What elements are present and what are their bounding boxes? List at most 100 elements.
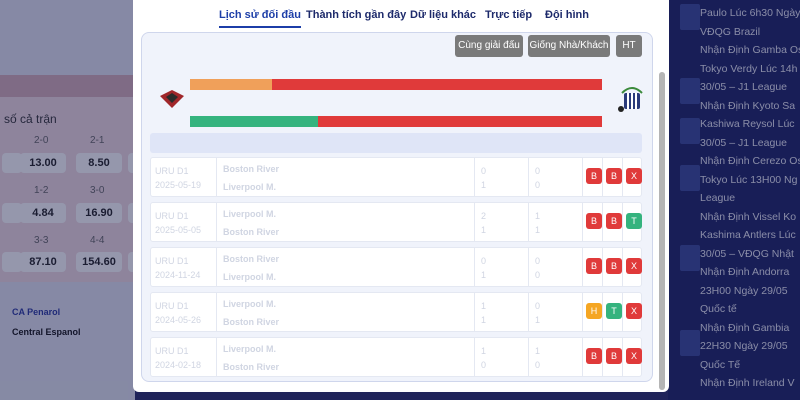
away-score: 1 xyxy=(481,180,487,190)
full-time-score-cell: 01 xyxy=(475,158,529,196)
full-time-score-cell: 11 xyxy=(475,293,529,331)
home-score: 0 xyxy=(481,256,487,266)
away-team-name: Boston River xyxy=(223,362,280,372)
home-score: 1 xyxy=(481,301,487,311)
half-time-filter-button[interactable]: HT xyxy=(616,35,642,57)
tab-head-to-head[interactable]: Lịch sử đối đầu xyxy=(219,9,301,21)
result-badge: T xyxy=(606,303,622,319)
league-label: URU D1 xyxy=(155,301,189,311)
match-teams-cell: Boston River Liverpool M. xyxy=(217,248,475,286)
match-date: 2025-05-19 xyxy=(155,180,202,190)
away-ht-score: 0 xyxy=(535,180,541,190)
modal-scrollbar[interactable] xyxy=(659,72,665,390)
away-score: 1 xyxy=(481,270,487,280)
result-badge: B xyxy=(586,258,602,274)
home-score: 0 xyxy=(481,166,487,176)
league-label: URU D1 xyxy=(155,211,189,221)
match-row[interactable]: URU D1 2025-05-19 Boston River Liverpool M.… xyxy=(150,157,642,197)
home-team-name: Boston River xyxy=(223,164,280,174)
result-badge: B xyxy=(606,258,622,274)
active-tab-indicator xyxy=(219,26,301,28)
home-score: 1 xyxy=(481,346,487,356)
match-row[interactable]: URU D1 2025-05-05 Liverpool M. Boston River… xyxy=(150,202,642,242)
comparison-bar-fill xyxy=(190,79,273,90)
home-ht-score: 0 xyxy=(535,256,541,266)
match-meta-cell: URU D1 2024-05-26 xyxy=(151,293,217,331)
match-teams-cell: Boston River Liverpool M. xyxy=(217,158,475,196)
match-row[interactable]: URU D1 2024-05-26 Liverpool M. Boston River… xyxy=(150,292,642,332)
result-badge: X xyxy=(626,168,642,184)
result-badge: X xyxy=(626,303,642,319)
same-league-filter-button[interactable]: Cùng giải đấu xyxy=(455,35,523,57)
tab-live[interactable]: Trực tiếp xyxy=(485,9,532,21)
match-date: 2024-05-26 xyxy=(155,315,202,325)
half-time-score-cell: 01 xyxy=(529,293,583,331)
half-time-score-cell: 11 xyxy=(529,203,583,241)
home-score: 2 xyxy=(481,211,487,221)
result-badge: B xyxy=(586,168,602,184)
tab-recent-form[interactable]: Thành tích gần đây xyxy=(306,9,406,21)
match-date: 2024-02-18 xyxy=(155,360,202,370)
league-label: URU D1 xyxy=(155,256,189,266)
home-team-name: Liverpool M. xyxy=(223,344,277,354)
away-ht-score: 1 xyxy=(535,225,541,235)
half-time-score-cell: 00 xyxy=(529,248,583,286)
full-time-score-cell: 10 xyxy=(475,338,529,376)
away-ht-score: 1 xyxy=(535,315,541,325)
league-label: URU D1 xyxy=(155,166,189,176)
match-detail-modal: Lịch sử đối đầu Thành tích gần đây Dữ li… xyxy=(133,0,669,392)
home-ht-score: 1 xyxy=(535,211,541,221)
home-ht-score: 0 xyxy=(535,301,541,311)
match-meta-cell: URU D1 2024-11-24 xyxy=(151,248,217,286)
full-time-score-cell: 01 xyxy=(475,248,529,286)
match-teams-cell: Liverpool M. Boston River xyxy=(217,338,475,376)
away-ht-score: 0 xyxy=(535,360,541,370)
tab-lineup[interactable]: Đội hình xyxy=(545,9,589,21)
away-score: 1 xyxy=(481,225,487,235)
match-table-header xyxy=(150,133,642,153)
full-time-score-cell: 21 xyxy=(475,203,529,241)
home-ht-score: 0 xyxy=(535,166,541,176)
home-team-name: Liverpool M. xyxy=(223,299,277,309)
match-meta-cell: URU D1 2025-05-05 xyxy=(151,203,217,241)
away-ht-score: 0 xyxy=(535,270,541,280)
match-row[interactable]: URU D1 2024-02-18 Liverpool M. Boston River… xyxy=(150,337,642,377)
match-row[interactable]: URU D1 2024-11-24 Boston River Liverpool M.… xyxy=(150,247,642,287)
result-badge: H xyxy=(586,303,602,319)
match-teams-cell: Liverpool M. Boston River xyxy=(217,203,475,241)
league-label: URU D1 xyxy=(155,346,189,356)
away-team-name: Boston River xyxy=(223,317,280,327)
away-team-name: Liverpool M. xyxy=(223,272,277,282)
comparison-bar-fill xyxy=(190,116,318,127)
home-team-name: Boston River xyxy=(223,254,280,264)
comparison-bar xyxy=(190,79,602,90)
away-score: 0 xyxy=(481,360,487,370)
modal-scrollbar-thumb[interactable] xyxy=(659,72,665,390)
head-to-head-panel: Cùng giải đấu Giống Nhà/Khách HT URU D1 2… xyxy=(141,32,653,382)
match-meta-cell: URU D1 2024-02-18 xyxy=(151,338,217,376)
home-team-logo xyxy=(160,90,184,108)
half-time-score-cell: 10 xyxy=(529,338,583,376)
away-team-name: Boston River xyxy=(223,227,280,237)
result-badge: B xyxy=(606,168,622,184)
match-meta-cell: URU D1 2025-05-19 xyxy=(151,158,217,196)
comparison-bar xyxy=(190,116,602,127)
away-team-logo xyxy=(618,87,643,112)
away-team-name: Liverpool M. xyxy=(223,182,277,192)
match-date: 2024-11-24 xyxy=(155,270,201,280)
home-team-name: Liverpool M. xyxy=(223,209,277,219)
away-score: 1 xyxy=(481,315,487,325)
result-badge: X xyxy=(626,348,642,364)
result-badge: B xyxy=(586,213,602,229)
home-ht-score: 1 xyxy=(535,346,541,356)
result-badge: T xyxy=(626,213,642,229)
tab-other-data[interactable]: Dữ liệu khác xyxy=(410,9,476,21)
match-teams-cell: Liverpool M. Boston River xyxy=(217,293,475,331)
result-badge: B xyxy=(586,348,602,364)
half-time-score-cell: 00 xyxy=(529,158,583,196)
tab-bar: Lịch sử đối đầu Thành tích gần đây Dữ li… xyxy=(133,0,669,30)
result-badge: B xyxy=(606,213,622,229)
result-badge: X xyxy=(626,258,642,274)
same-home-away-filter-button[interactable]: Giống Nhà/Khách xyxy=(528,35,610,57)
result-badge: B xyxy=(606,348,622,364)
